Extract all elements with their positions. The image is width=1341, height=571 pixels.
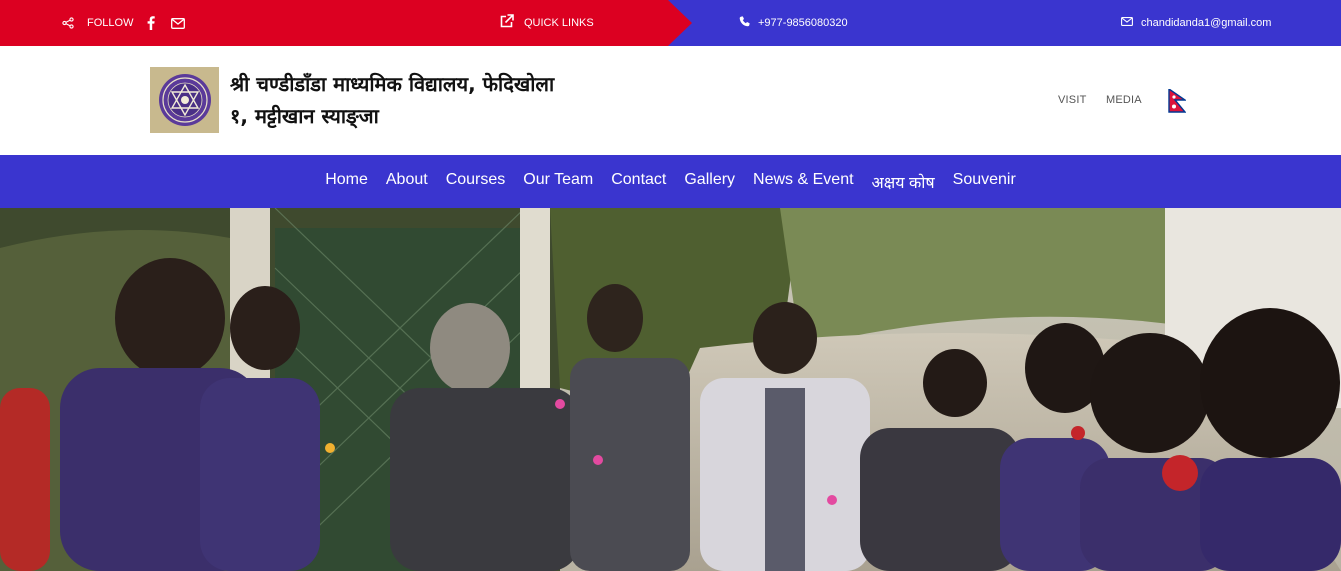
top-bar: FOLLOW QUICK LINKS +977-9856080320 chand… <box>0 0 1341 46</box>
facebook-icon[interactable] <box>147 16 156 30</box>
site-header: श्री चण्डीडाँडा माध्यमिक विद्यालय, फेदिख… <box>0 46 1341 155</box>
phone-icon <box>739 16 750 30</box>
school-emblem-icon <box>158 74 211 126</box>
visit-link[interactable]: VISIT <box>1058 94 1087 106</box>
email-contact[interactable]: chandidanda1@gmail.com <box>1121 0 1271 46</box>
nav-item-akshaya-kosh[interactable]: अक्षय कोष <box>863 171 944 193</box>
follow-label: FOLLOW <box>87 17 134 29</box>
quick-links-button[interactable]: QUICK LINKS <box>499 0 594 46</box>
nav-item-contact[interactable]: Contact <box>602 171 675 193</box>
hero-photo <box>0 208 1341 571</box>
media-link[interactable]: MEDIA <box>1106 94 1142 106</box>
school-name: श्री चण्डीडाँडा माध्यमिक विद्यालय, फेदिख… <box>230 68 610 132</box>
nav-item-gallery[interactable]: Gallery <box>675 171 744 193</box>
school-logo[interactable] <box>150 67 219 133</box>
phone-number: +977-9856080320 <box>758 17 848 29</box>
nav-item-news-event[interactable]: News & Event <box>744 171 862 193</box>
phone-contact[interactable]: +977-9856080320 <box>739 0 848 46</box>
main-navigation: Home About Courses Our Team Contact Gall… <box>0 155 1341 208</box>
nav-item-courses[interactable]: Courses <box>437 171 515 193</box>
share-icon <box>62 17 74 29</box>
quick-links-label: QUICK LINKS <box>524 17 594 29</box>
school-name-line2: १, मट्टीखान स्याङ्जा <box>230 104 379 128</box>
email-address: chandidanda1@gmail.com <box>1141 17 1272 29</box>
nepal-flag-icon[interactable] <box>1168 89 1186 113</box>
nav-item-about[interactable]: About <box>377 171 437 193</box>
nav-item-our-team[interactable]: Our Team <box>514 171 602 193</box>
mail-icon[interactable] <box>171 17 186 29</box>
external-link-icon <box>499 14 514 32</box>
nav-item-souvenir[interactable]: Souvenir <box>944 171 1025 193</box>
hero-banner-image <box>0 208 1341 571</box>
follow-section: FOLLOW <box>62 0 186 46</box>
envelope-icon <box>1121 17 1133 29</box>
nav-item-home[interactable]: Home <box>316 171 377 193</box>
school-name-line1: श्री चण्डीडाँडा माध्यमिक विद्यालय, फेदिख… <box>230 72 555 96</box>
